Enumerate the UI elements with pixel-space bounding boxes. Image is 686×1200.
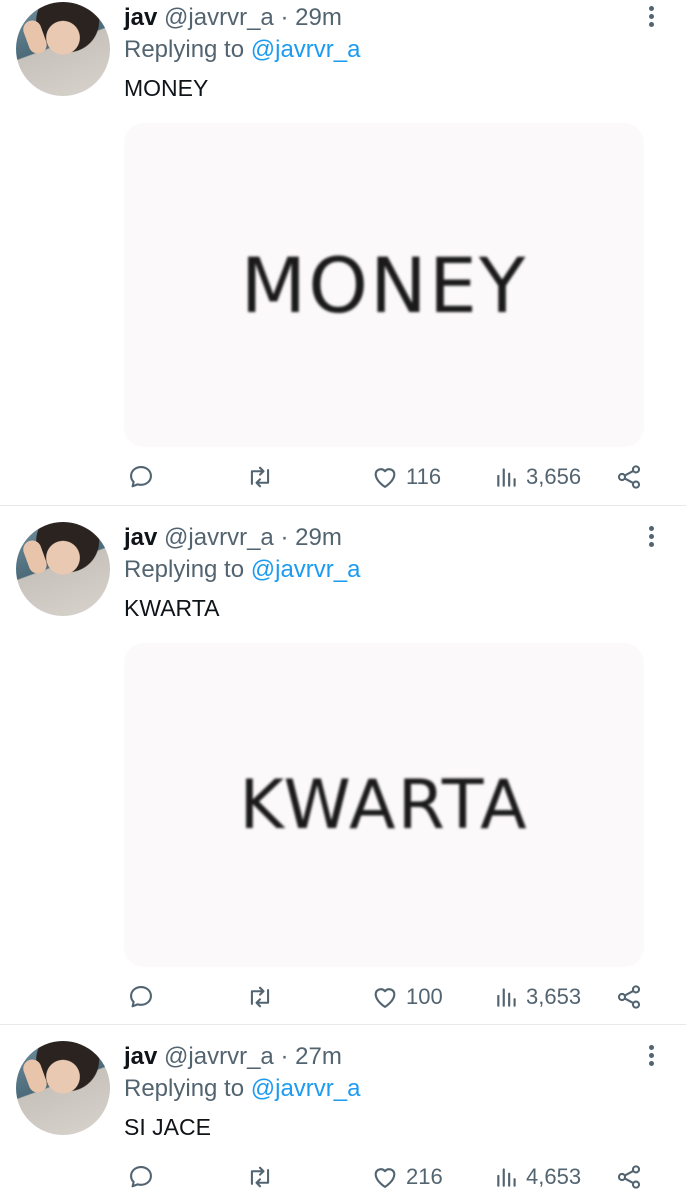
- replying-to-label: Replying to: [124, 36, 245, 63]
- avatar[interactable]: [16, 1041, 110, 1135]
- heart-icon: [374, 468, 396, 488]
- tweet-text: MONEY: [124, 75, 209, 101]
- replying-to: Replying to @javrvr_a: [124, 1074, 360, 1104]
- user-handle[interactable]: @javrvr_a: [164, 1043, 274, 1070]
- display-name[interactable]: jav: [124, 524, 157, 551]
- views-icon: [497, 468, 516, 487]
- tweet-text: KWARTA: [124, 595, 220, 621]
- tweet-header: jav @javrvr_a · 29m: [124, 523, 342, 553]
- tweet-text: SI JACE: [124, 1114, 211, 1140]
- media-image-text: KWARTA: [239, 765, 529, 845]
- views-button[interactable]: 4,653: [494, 1159, 581, 1195]
- reply-button[interactable]: [127, 979, 155, 1015]
- like-button[interactable]: 100: [370, 979, 443, 1015]
- like-button[interactable]: 216: [370, 1159, 443, 1195]
- timestamp[interactable]: 27m: [295, 1043, 342, 1070]
- retweet-button[interactable]: [245, 979, 275, 1015]
- tweet-divider: [0, 505, 686, 506]
- retweet-button[interactable]: [245, 1159, 275, 1195]
- display-name[interactable]: jav: [124, 4, 157, 31]
- media-image-text: MONEY: [240, 240, 528, 330]
- replying-to: Replying to @javrvr_a: [124, 35, 360, 65]
- separator-dot: ·: [280, 524, 289, 551]
- tweet-header: jav @javrvr_a · 27m: [124, 1042, 342, 1072]
- like-count: 100: [406, 984, 443, 1009]
- separator-dot: ·: [280, 4, 289, 31]
- separator-dot: ·: [280, 1043, 289, 1070]
- tweet-media[interactable]: KWARTA: [124, 643, 644, 967]
- replying-to-label: Replying to: [124, 556, 245, 583]
- share-icon: [617, 985, 641, 1009]
- view-count: 4,653: [526, 1164, 582, 1189]
- view-count: 3,656: [526, 464, 582, 489]
- views-icon: [497, 988, 516, 1007]
- share-button[interactable]: [615, 979, 643, 1015]
- views-button[interactable]: 3,653: [494, 979, 581, 1015]
- views-button[interactable]: 3,656: [494, 459, 581, 495]
- more-vertical-icon[interactable]: [641, 1045, 661, 1073]
- like-count: 216: [406, 1164, 443, 1189]
- tweet-media[interactable]: MONEY: [124, 123, 644, 447]
- more-vertical-icon[interactable]: [641, 526, 661, 554]
- share-icon: [617, 1165, 641, 1189]
- share-icon: [617, 465, 641, 489]
- reply-mention-link[interactable]: @javrvr_a: [251, 1075, 361, 1102]
- replying-to: Replying to @javrvr_a: [124, 555, 360, 585]
- replying-to-label: Replying to: [124, 1075, 245, 1102]
- like-button[interactable]: 116: [370, 459, 441, 495]
- avatar[interactable]: [16, 2, 110, 96]
- action-bar: 216 4,653: [0, 1159, 686, 1195]
- heart-icon: [374, 1168, 396, 1188]
- timestamp[interactable]: 29m: [295, 4, 342, 31]
- heart-icon: [374, 988, 396, 1008]
- tweet-header: jav @javrvr_a · 29m: [124, 3, 342, 33]
- reply-mention-link[interactable]: @javrvr_a: [251, 36, 361, 63]
- like-count: 116: [406, 464, 442, 489]
- retweet-icon: [250, 466, 270, 488]
- share-button[interactable]: [615, 1159, 643, 1195]
- reply-icon: [130, 1166, 152, 1188]
- tweet-divider: [0, 1024, 686, 1025]
- retweet-icon: [250, 1166, 270, 1188]
- action-bar: 116 3,656: [0, 459, 686, 495]
- display-name[interactable]: jav: [124, 1043, 157, 1070]
- action-bar: 100 3,653: [0, 979, 686, 1015]
- more-vertical-icon[interactable]: [641, 6, 661, 34]
- timestamp[interactable]: 29m: [295, 524, 342, 551]
- share-button[interactable]: [615, 459, 643, 495]
- views-icon: [497, 1168, 516, 1187]
- retweet-button[interactable]: [245, 459, 275, 495]
- reply-icon: [130, 986, 152, 1008]
- reply-button[interactable]: [127, 1159, 155, 1195]
- retweet-icon: [250, 986, 270, 1008]
- user-handle[interactable]: @javrvr_a: [164, 524, 274, 551]
- reply-icon: [130, 466, 152, 488]
- avatar[interactable]: [16, 522, 110, 616]
- reply-button[interactable]: [127, 459, 155, 495]
- view-count: 3,653: [526, 984, 582, 1009]
- user-handle[interactable]: @javrvr_a: [164, 4, 274, 31]
- reply-mention-link[interactable]: @javrvr_a: [251, 556, 361, 583]
